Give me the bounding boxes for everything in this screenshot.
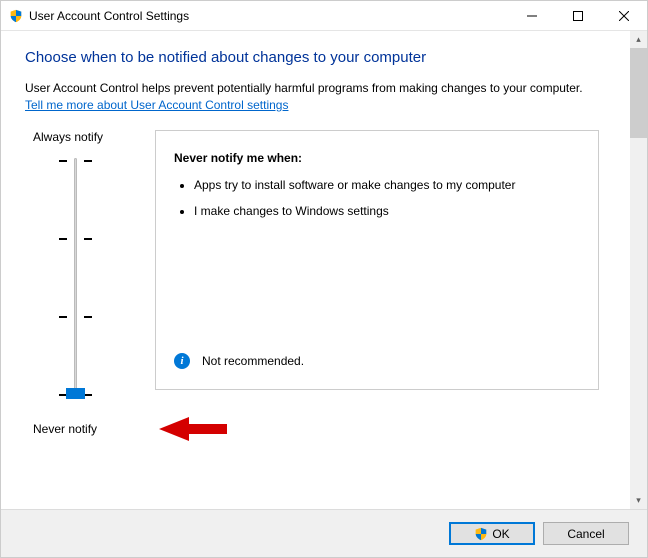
window-title: User Account Control Settings bbox=[29, 9, 509, 23]
notification-slider[interactable] bbox=[55, 156, 95, 408]
slider-column: Always notify Never notify bbox=[25, 130, 155, 436]
info-bullet: I make changes to Windows settings bbox=[194, 203, 580, 219]
scroll-thumb[interactable] bbox=[630, 48, 647, 138]
page-description: User Account Control helps prevent poten… bbox=[25, 80, 623, 96]
cancel-button[interactable]: Cancel bbox=[543, 522, 629, 545]
info-title: Never notify me when: bbox=[174, 151, 580, 165]
slider-thumb[interactable] bbox=[66, 388, 85, 399]
title-bar: User Account Control Settings bbox=[1, 1, 647, 31]
vertical-scrollbar[interactable]: ▴ ▾ bbox=[630, 31, 647, 509]
uac-shield-icon bbox=[9, 9, 23, 23]
info-bullet: Apps try to install software or make cha… bbox=[194, 177, 580, 193]
slider-track bbox=[74, 158, 77, 398]
slider-label-bottom: Never notify bbox=[25, 422, 155, 436]
content-area: Choose when to be notified about changes… bbox=[1, 31, 647, 509]
close-button[interactable] bbox=[601, 1, 647, 31]
dialog-footer: OK Cancel bbox=[1, 509, 647, 557]
minimize-button[interactable] bbox=[509, 1, 555, 31]
page-heading: Choose when to be notified about changes… bbox=[25, 49, 623, 66]
status-text: Not recommended. bbox=[202, 354, 304, 368]
maximize-button[interactable] bbox=[555, 1, 601, 31]
slider-label-top: Always notify bbox=[25, 130, 155, 144]
scroll-down-icon[interactable]: ▾ bbox=[630, 492, 647, 509]
uac-shield-icon bbox=[474, 527, 488, 541]
ok-button[interactable]: OK bbox=[449, 522, 535, 545]
info-panel: Never notify me when: Apps try to instal… bbox=[155, 130, 599, 390]
scroll-up-icon[interactable]: ▴ bbox=[630, 31, 647, 48]
help-link[interactable]: Tell me more about User Account Control … bbox=[25, 98, 288, 112]
info-icon: i bbox=[174, 353, 190, 369]
